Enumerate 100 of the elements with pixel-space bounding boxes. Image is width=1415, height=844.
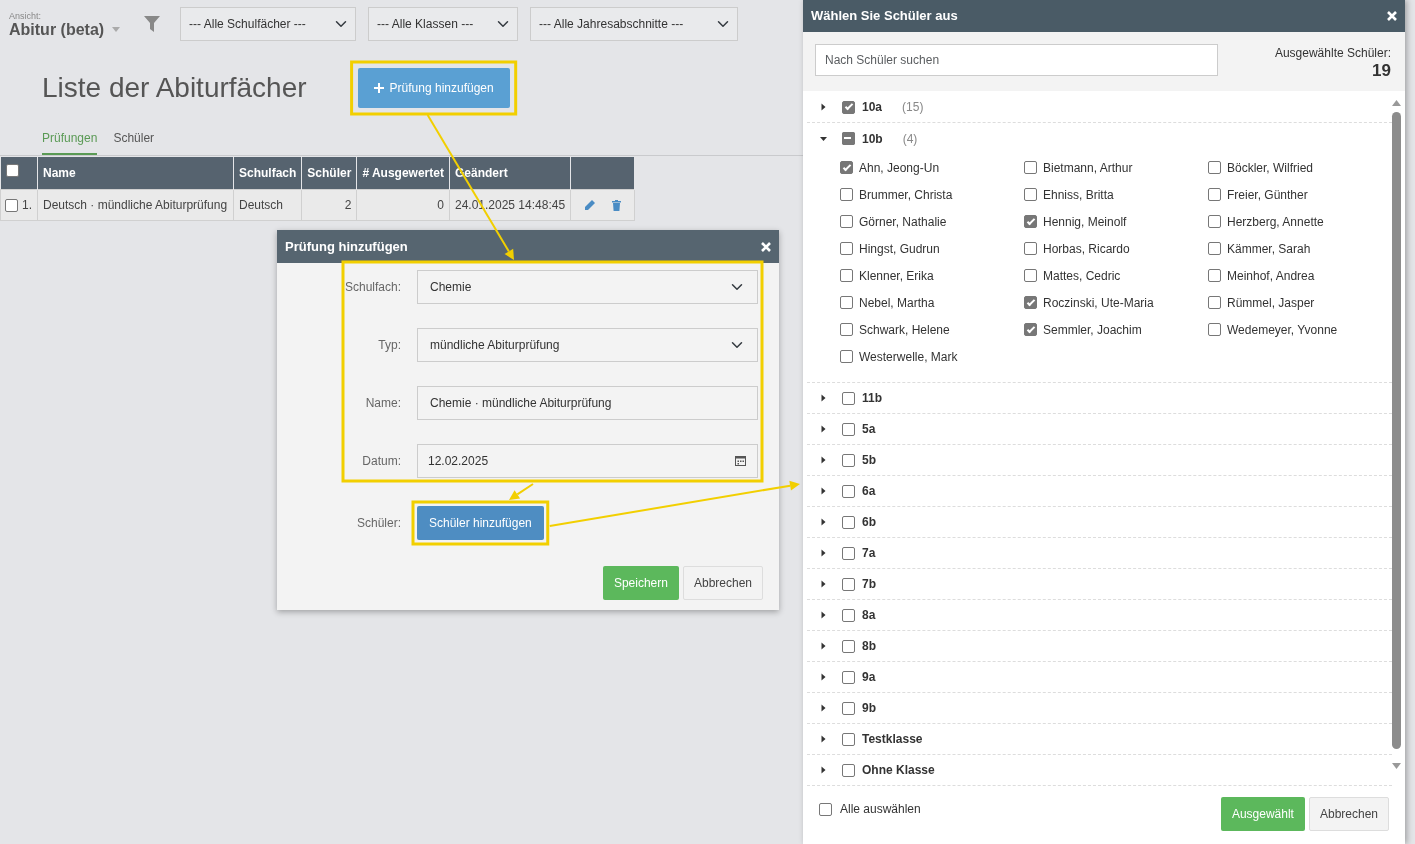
checkbox[interactable] [1208, 188, 1221, 201]
checkbox[interactable] [1024, 188, 1037, 201]
student-name[interactable]: Hennig, Meinolf [1043, 212, 1127, 231]
cancel-button[interactable]: Abbrechen [1308, 797, 1389, 831]
class-name[interactable]: 5b [862, 451, 876, 469]
filter-dropdown[interactable]: --- Alle Jahresabschnitte --- [530, 7, 739, 41]
class-name[interactable]: Ohne Klasse [862, 761, 935, 779]
expand-arrow-icon[interactable] [820, 425, 827, 433]
checkbox[interactable] [842, 100, 855, 114]
checkbox[interactable] [1208, 323, 1221, 336]
checkbox[interactable] [1024, 242, 1037, 255]
class-name[interactable]: 6b [862, 513, 876, 531]
checkbox[interactable] [842, 453, 855, 467]
checkbox[interactable] [840, 350, 853, 363]
student-name[interactable]: Roczinski, Ute-Maria [1043, 293, 1154, 312]
trash-icon[interactable] [611, 199, 621, 211]
checkbox[interactable] [840, 215, 853, 228]
checkbox[interactable] [842, 608, 855, 622]
checkbox[interactable] [840, 296, 853, 309]
search-field[interactable]: Nach Schüler suchen [815, 44, 1218, 76]
class-name[interactable]: 11b [862, 389, 882, 407]
checkbox[interactable] [842, 422, 855, 436]
expand-arrow-icon[interactable] [820, 766, 827, 774]
checkbox[interactable] [5, 164, 19, 177]
checkbox[interactable] [1024, 323, 1037, 336]
student-name[interactable]: Nebel, Martha [859, 293, 935, 312]
student-name[interactable]: Görner, Nathalie [859, 212, 947, 231]
date-field[interactable]: 12.02.2025 [417, 444, 758, 478]
student-name[interactable]: Klenner, Erika [859, 266, 934, 285]
student-name[interactable]: Bietmann, Arthur [1043, 158, 1133, 177]
dropdown[interactable]: Chemie [417, 270, 758, 304]
scrollbar-thumb[interactable] [1392, 112, 1401, 749]
checkbox[interactable] [1208, 215, 1221, 228]
student-name[interactable]: Herzberg, Annette [1227, 212, 1324, 231]
class-name[interactable]: 9b [862, 699, 876, 717]
expand-arrow-icon[interactable] [820, 642, 827, 650]
class-name[interactable]: 10a [862, 98, 883, 116]
expand-arrow-icon[interactable] [820, 456, 827, 464]
expand-arrow-icon[interactable] [820, 673, 827, 681]
scroll-down-icon[interactable] [1392, 763, 1401, 769]
checkbox[interactable] [842, 670, 855, 684]
checkbox[interactable] [840, 242, 853, 255]
expand-arrow-icon[interactable] [820, 549, 827, 557]
student-name[interactable]: Ehniss, Britta [1043, 185, 1114, 204]
checkbox[interactable] [1208, 161, 1221, 174]
checkbox[interactable] [842, 577, 855, 591]
checkbox[interactable] [1208, 242, 1221, 255]
checkbox[interactable] [819, 802, 832, 816]
student-name[interactable]: Freier, Günther [1227, 185, 1308, 204]
close-icon[interactable] [761, 241, 771, 252]
student-name[interactable]: Semmler, Joachim [1043, 320, 1142, 339]
checkbox[interactable] [842, 732, 855, 746]
checkbox[interactable] [842, 546, 855, 560]
checkbox[interactable] [842, 391, 855, 405]
student-name[interactable]: Kämmer, Sarah [1227, 239, 1311, 258]
expand-arrow-icon[interactable] [820, 735, 827, 743]
close-icon[interactable] [1387, 11, 1397, 21]
student-name[interactable]: Horbas, Ricardo [1043, 239, 1130, 258]
input-field[interactable]: Chemie · mündliche Abiturprüfung [417, 386, 758, 420]
checkbox[interactable] [842, 132, 855, 145]
student-name[interactable]: Mattes, Cedric [1043, 266, 1121, 285]
expand-arrow-icon[interactable] [820, 518, 827, 526]
class-name[interactable]: Testklasse [862, 730, 923, 748]
class-name[interactable]: 6a [862, 482, 876, 500]
pencil-icon[interactable] [584, 199, 596, 211]
student-name[interactable]: Böckler, Wilfried [1227, 158, 1314, 177]
checkbox[interactable] [840, 188, 853, 201]
expand-arrow-icon[interactable] [820, 611, 827, 619]
student-name[interactable]: Wedemeyer, Yvonne [1227, 320, 1338, 339]
checkbox[interactable] [842, 701, 855, 715]
checkbox[interactable] [840, 269, 853, 282]
expand-arrow-icon[interactable] [820, 394, 827, 402]
collapse-arrow-icon[interactable] [820, 134, 827, 143]
checkbox[interactable] [842, 515, 855, 529]
checkbox[interactable] [1024, 269, 1037, 282]
class-name[interactable]: 9a [862, 668, 876, 686]
tab[interactable]: Schüler [113, 122, 155, 155]
expand-arrow-icon[interactable] [820, 103, 827, 111]
student-name[interactable]: Ahn, Jeong-Un [859, 158, 940, 177]
checkbox[interactable] [842, 763, 855, 777]
expand-arrow-icon[interactable] [820, 487, 827, 495]
checkbox[interactable] [1024, 161, 1037, 174]
student-name[interactable]: Rümmel, Jasper [1227, 293, 1315, 312]
student-name[interactable]: Hingst, Gudrun [859, 239, 940, 258]
class-name[interactable]: 8b [862, 637, 876, 655]
student-name[interactable]: Schwark, Helene [859, 320, 950, 339]
checkbox[interactable] [840, 323, 853, 336]
dropdown[interactable]: mündliche Abiturprüfung [417, 328, 758, 362]
calendar-icon[interactable] [735, 455, 746, 466]
class-name[interactable]: 7b [862, 575, 876, 593]
expand-arrow-icon[interactable] [820, 704, 827, 712]
view-selector[interactable]: Abitur (beta) [9, 21, 105, 39]
checkbox[interactable] [1024, 296, 1037, 309]
checkbox[interactable] [1208, 269, 1221, 282]
class-name[interactable]: 10b [862, 129, 883, 148]
expand-arrow-icon[interactable] [820, 580, 827, 588]
filter-dropdown[interactable]: --- Alle Klassen --- [368, 7, 519, 41]
class-name[interactable]: 5a [862, 420, 876, 438]
checkbox[interactable] [1024, 215, 1037, 228]
student-name[interactable]: Brummer, Christa [859, 185, 953, 204]
